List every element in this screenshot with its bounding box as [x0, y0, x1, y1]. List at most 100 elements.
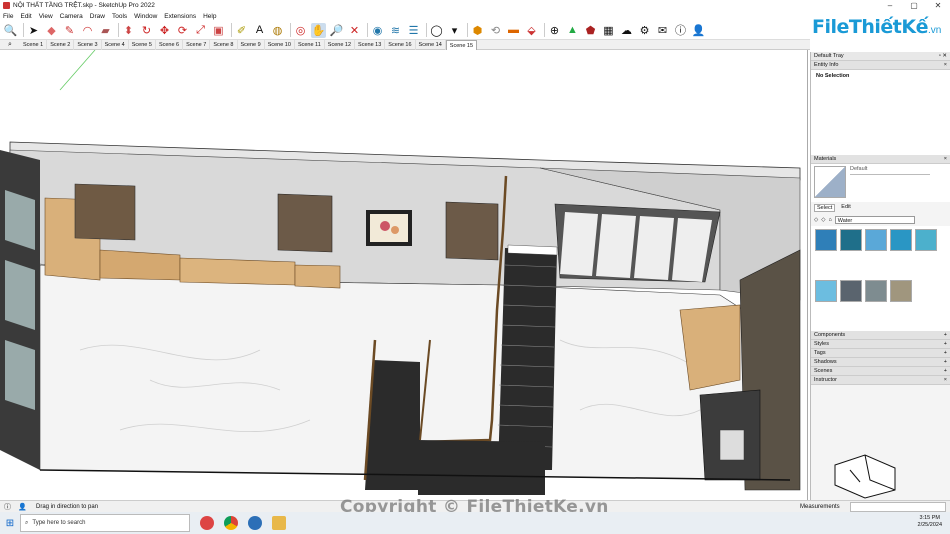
- tab-scene-4[interactable]: Scene 4: [102, 39, 129, 50]
- shadows-header[interactable]: Shadows +: [811, 358, 950, 367]
- zoom-extents-icon[interactable]: ✕: [347, 23, 362, 38]
- water-material-swatch[interactable]: [915, 229, 937, 251]
- maximize-button[interactable]: ▢: [902, 0, 926, 11]
- tab-scene-10[interactable]: Scene 10: [265, 39, 295, 50]
- menu-file[interactable]: File: [3, 13, 13, 20]
- text-icon[interactable]: A: [252, 23, 267, 38]
- file-explorer-icon[interactable]: [272, 516, 286, 530]
- orbit-icon[interactable]: ◎: [293, 23, 308, 38]
- tab-scene-15[interactable]: Scene 15: [445, 39, 478, 50]
- material-name[interactable]: Default: [850, 166, 930, 175]
- tab-scene-8[interactable]: Scene 8: [210, 39, 238, 50]
- water-material-swatch[interactable]: [840, 229, 862, 251]
- sandbox-icon[interactable]: ≋: [388, 23, 403, 38]
- tab-scene-16[interactable]: Scene 16: [385, 39, 416, 50]
- user-icon[interactable]: 👤: [18, 503, 27, 511]
- taskbar-app-icon[interactable]: [200, 516, 214, 530]
- tab-scene-1[interactable]: Scene 1: [20, 39, 48, 50]
- paint-bucket-icon[interactable]: ◍: [270, 23, 285, 38]
- minimize-button[interactable]: –: [878, 0, 902, 11]
- menu-edit[interactable]: Edit: [20, 13, 31, 20]
- materials-header[interactable]: Materials ×: [811, 155, 950, 164]
- collapse-icon[interactable]: ×: [944, 377, 947, 383]
- pan-hand-icon[interactable]: ✋: [311, 22, 326, 38]
- expand-icon[interactable]: +: [944, 368, 947, 374]
- select-arrow-icon[interactable]: ➤: [26, 23, 41, 38]
- cloud-upload-icon[interactable]: ☁: [619, 23, 634, 38]
- tab-scene-13[interactable]: Scene 13: [355, 39, 386, 50]
- offset-icon[interactable]: ▣: [211, 23, 226, 38]
- rotate-icon[interactable]: ⟳: [175, 23, 190, 38]
- scene-search-icon[interactable]: ⌕: [0, 41, 20, 49]
- user-account-icon[interactable]: ◯: [429, 23, 444, 38]
- windows-start-icon[interactable]: ⊞: [0, 512, 20, 534]
- menu-window[interactable]: Window: [134, 13, 157, 20]
- tray-close-icon[interactable]: ▫ ✕: [939, 53, 947, 59]
- tab-scene-6[interactable]: Scene 6: [156, 39, 184, 50]
- menu-extensions[interactable]: Extensions: [164, 13, 196, 20]
- rectangle-icon[interactable]: ▰: [98, 23, 113, 38]
- extension-warehouse-icon[interactable]: ⬢: [470, 23, 485, 38]
- settings-gear-icon[interactable]: ⚙: [637, 23, 652, 38]
- sync-icon[interactable]: ⟲: [488, 23, 503, 38]
- push-pull-icon[interactable]: ⬍: [121, 23, 136, 38]
- tab-scene-3[interactable]: Scene 3: [74, 39, 102, 50]
- sketchup-taskbar-icon[interactable]: [248, 516, 262, 530]
- mail-icon[interactable]: ✉: [655, 23, 670, 38]
- measurements-input[interactable]: [850, 502, 946, 512]
- tab-scene-11[interactable]: Scene 11: [295, 39, 325, 50]
- chevron-down-icon[interactable]: ▾: [447, 23, 462, 38]
- eraser-icon[interactable]: ◆: [44, 23, 59, 38]
- collection-dropdown[interactable]: Water: [834, 216, 915, 224]
- menu-help[interactable]: Help: [203, 13, 216, 20]
- menu-tools[interactable]: Tools: [112, 13, 127, 20]
- collapse-icon[interactable]: ×: [944, 62, 947, 68]
- water-material-swatch[interactable]: [840, 280, 862, 302]
- chrome-icon[interactable]: [224, 516, 238, 530]
- arc-icon[interactable]: ◠: [80, 23, 95, 38]
- system-clock[interactable]: 3:15 PM 2/25/2024: [918, 515, 942, 529]
- styles-header[interactable]: Styles +: [811, 340, 950, 349]
- person-icon[interactable]: 👤: [691, 23, 706, 38]
- style-builder-icon[interactable]: ⬙: [524, 23, 539, 38]
- instructor-header[interactable]: Instructor ×: [811, 376, 950, 385]
- checker-texture-icon[interactable]: ▦: [601, 23, 616, 38]
- follow-me-icon[interactable]: ↻: [139, 23, 154, 38]
- entity-info-header[interactable]: Entity Info ×: [811, 61, 950, 70]
- tree-component-icon[interactable]: ▲: [565, 23, 580, 38]
- tab-scene-5[interactable]: Scene 5: [129, 39, 156, 50]
- 3d-viewport[interactable]: [0, 50, 808, 500]
- menu-view[interactable]: View: [39, 13, 53, 20]
- line-pencil-icon[interactable]: ✎: [62, 23, 77, 38]
- tab-scene-12[interactable]: Scene 12: [325, 39, 356, 50]
- menu-draw[interactable]: Draw: [90, 13, 105, 20]
- home-icon[interactable]: ⌂: [828, 217, 831, 223]
- tab-scene-9[interactable]: Scene 9: [238, 39, 265, 50]
- water-material-swatch[interactable]: [890, 229, 912, 251]
- tab-scene-2[interactable]: Scene 2: [47, 39, 75, 50]
- info-icon[interactable]: ⓘ: [4, 502, 11, 512]
- tape-measure-icon[interactable]: ✐: [234, 23, 249, 38]
- search-icon[interactable]: 🔍: [3, 23, 18, 38]
- tab-select[interactable]: Select: [814, 204, 836, 212]
- move-icon[interactable]: ✥: [157, 23, 172, 38]
- collapse-icon[interactable]: ×: [944, 156, 947, 162]
- expand-icon[interactable]: +: [944, 341, 947, 347]
- back-arrow-icon[interactable]: ◇: [814, 217, 818, 223]
- dynamic-component-icon[interactable]: ⬟: [583, 23, 598, 38]
- tab-edit[interactable]: Edit: [841, 204, 850, 212]
- zoom-icon[interactable]: 🔎: [329, 23, 344, 38]
- tab-scene-14[interactable]: Scene 14: [416, 39, 446, 50]
- forward-arrow-icon[interactable]: ◇: [821, 217, 825, 223]
- water-material-swatch[interactable]: [815, 229, 837, 251]
- expand-icon[interactable]: +: [944, 350, 947, 356]
- expand-icon[interactable]: +: [944, 359, 947, 365]
- close-button[interactable]: ✕: [926, 0, 950, 11]
- water-material-swatch[interactable]: [865, 229, 887, 251]
- scenes-header[interactable]: Scenes +: [811, 367, 950, 376]
- layer-stack-icon[interactable]: ☰: [406, 23, 421, 38]
- tags-header[interactable]: Tags +: [811, 349, 950, 358]
- layout-icon[interactable]: ▬: [506, 23, 521, 38]
- info-icon[interactable]: ⓘ: [673, 23, 688, 38]
- water-material-swatch[interactable]: [890, 280, 912, 302]
